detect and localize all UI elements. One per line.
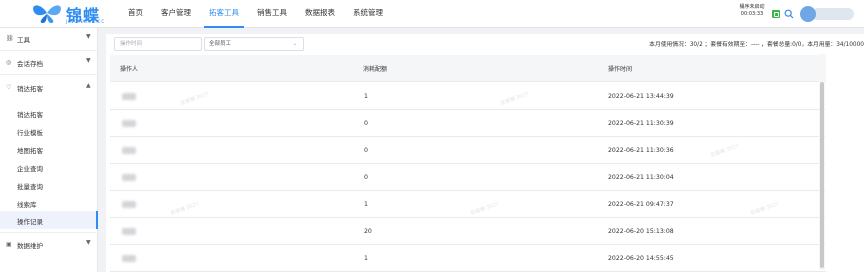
table-row[interactable]: 1 2022-06-20 14:55:45 [110, 245, 826, 272]
app-launch-icon[interactable] [772, 10, 780, 18]
operator-blurred [122, 147, 136, 154]
brand-sub: JINDIEBAB.CC [66, 19, 106, 24]
col-quota: 消耗配额 [363, 66, 388, 73]
table-row[interactable]: 1 2022-06-21 09:47:37 [110, 191, 826, 218]
nav-system[interactable]: 系统管理 [344, 0, 392, 28]
quota-cell: 1 [364, 93, 368, 100]
scrollbar-thumb[interactable] [820, 82, 824, 268]
quota-cell: 20 [364, 228, 372, 235]
nav-reports[interactable]: 数据报表 [296, 0, 344, 28]
main-nav: 首页 客户管理 拓客工具 销售工具 数据报表 系统管理 [119, 0, 392, 28]
sidebar-group-prospecting[interactable]: ♡ 销达拓客 ▲ [0, 77, 98, 99]
top-navbar: 锦蝶 JINDIEBAB.CC 首页 客户管理 拓客工具 销售工具 数据报表 系… [0, 0, 864, 28]
operator-blurred [122, 255, 136, 262]
table-row[interactable]: 1 2022-06-21 13:44:39 [110, 83, 826, 110]
usage-summary: 本月使用情况：30/2 ；套餐有效期至：---- ，套餐总量:0/0，本月用量：… [649, 42, 864, 48]
divider [0, 74, 98, 75]
butterfly-logo-icon [33, 5, 61, 23]
nav-sales-tools[interactable]: 销售工具 [248, 0, 296, 28]
sidebar-group-data-maintenance[interactable]: ▣ 数据维护 ▼ [0, 234, 98, 256]
link-icon: ⛓ [6, 35, 14, 42]
col-operator: 操作人 [120, 66, 139, 73]
table-header: 操作人 消耗配额 操作时间 [110, 55, 826, 82]
sidebar-group-tools[interactable]: ⛓ 工具 ▼ [0, 28, 98, 50]
table-row[interactable]: 20 2022-06-20 15:13:08 [110, 218, 826, 245]
database-icon: ▣ [6, 241, 12, 248]
quota-cell: 1 [364, 255, 368, 262]
sidebar-item-batch-search[interactable]: 批量查询 [0, 176, 98, 194]
nav-customers[interactable]: 客户管理 [152, 0, 200, 28]
quota-cell: 0 [364, 147, 368, 154]
sidebar-item-company-search[interactable]: 企业查询 [0, 158, 98, 176]
search-icon[interactable] [784, 9, 794, 19]
operator-blurred [122, 120, 136, 127]
nav-prospecting-tools[interactable]: 拓客工具 [200, 0, 248, 28]
chat-icon: ◎ [6, 59, 12, 66]
sidebar-item-map-prospecting[interactable]: 地图拓客 [0, 140, 98, 158]
time-cell: 2022-06-20 15:13:08 [608, 228, 674, 235]
table-row[interactable]: 0 2022-06-21 11:30:04 [110, 164, 826, 191]
sidebar-item-industry-templates[interactable]: 行业模板 [0, 122, 98, 140]
col-time: 操作时间 [608, 66, 633, 73]
caret-up-icon: ▲ [86, 82, 91, 89]
sidebar-group-chat-archive[interactable]: ◎ 会话存档 ▼ [0, 52, 98, 74]
operator-blurred [122, 228, 136, 235]
caret-down-icon: ▼ [86, 57, 91, 64]
time-cell: 2022-06-21 09:47:37 [608, 201, 674, 208]
user-name-blurred[interactable] [812, 8, 854, 20]
app-status: 桶序未启动 00:03:33 [736, 4, 768, 18]
table-row[interactable]: 0 2022-06-21 11:30:39 [110, 110, 826, 137]
time-cell: 2022-06-21 13:44:39 [608, 93, 674, 100]
chevron-down-icon: ⌄ [292, 41, 297, 47]
avatar[interactable] [800, 6, 816, 22]
divider [0, 232, 98, 233]
sidebar-item-prospecting[interactable]: 销达拓客 [0, 104, 98, 122]
operator-blurred [122, 174, 136, 181]
caret-down-icon: ▼ [86, 33, 91, 40]
time-cell: 2022-06-21 11:30:04 [608, 174, 674, 181]
operator-blurred [122, 93, 136, 100]
status-timer: 00:03:33 [740, 11, 764, 17]
quota-cell: 1 [364, 201, 368, 208]
time-cell: 2022-06-20 14:55:45 [608, 255, 674, 262]
time-cell: 2022-06-21 11:30:39 [608, 120, 674, 127]
heart-icon: ♡ [6, 84, 12, 91]
sidebar-item-leads[interactable]: 线索库 [0, 194, 98, 212]
logo[interactable]: 锦蝶 JINDIEBAB.CC [30, 2, 120, 26]
quota-cell: 0 [364, 120, 368, 127]
sidebar: ⛓ 工具 ▼ ◎ 会话存档 ▼ ♡ 销达拓客 ▲ 销达拓客 行业模板 地图拓客 … [0, 28, 98, 272]
divider [0, 50, 98, 51]
nav-home[interactable]: 首页 [119, 0, 152, 28]
caret-down-icon: ▼ [86, 239, 91, 246]
time-cell: 2022-06-21 11:30:36 [608, 147, 674, 154]
sidebar-item-operation-log[interactable]: 操作记录 [0, 211, 98, 229]
staff-select[interactable]: 全部员工 ⌄ [204, 37, 304, 51]
status-label: 桶序未启动 [739, 4, 765, 10]
operation-time-input[interactable]: 操作时间 [114, 37, 202, 51]
quota-cell: 0 [364, 174, 368, 181]
operator-blurred [122, 201, 136, 208]
main-panel: 操作时间 全部员工 ⌄ 本月使用情况：30/2 ；套餐有效期至：---- ，套餐… [106, 34, 864, 272]
